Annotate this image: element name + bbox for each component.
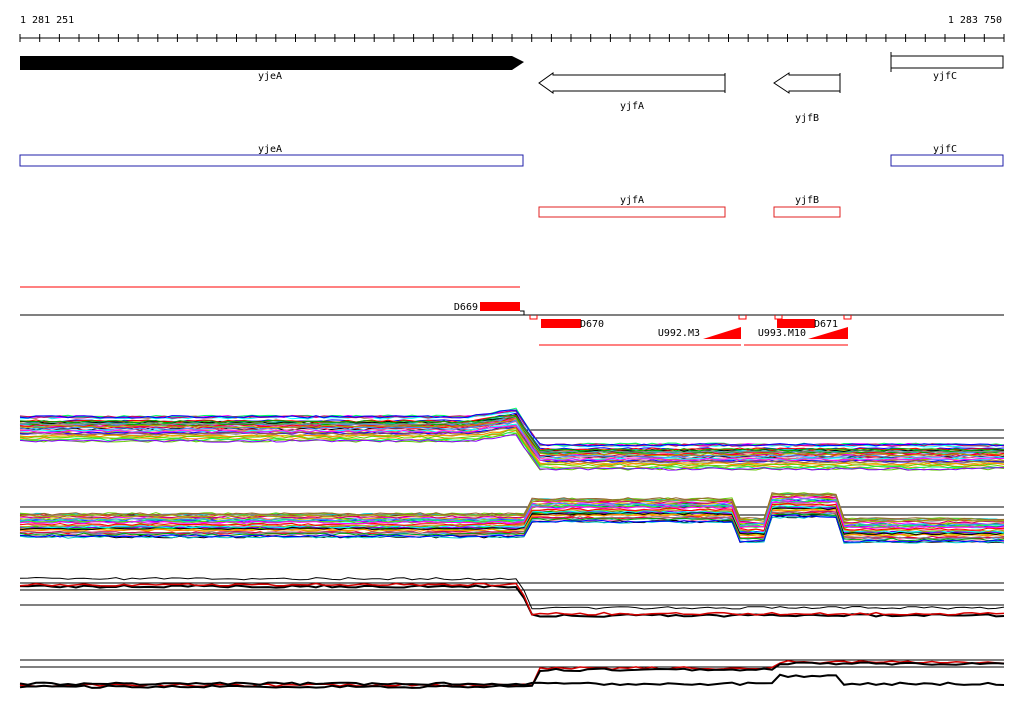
- ruler-start-label: 1 281 251: [20, 15, 74, 26]
- feature-d670[interactable]: [541, 319, 581, 328]
- feature-d671[interactable]: [777, 319, 815, 328]
- coordinate-ruler: 1 281 251 1 283 750: [19, 15, 1005, 42]
- expression-line: [19, 582, 1005, 616]
- feature-d670-bracket: [529, 315, 538, 320]
- feature-d669-tick: [520, 310, 525, 315]
- gene-track: yjeA yjfA yjfB yjfC: [20, 52, 1004, 124]
- transcript-track: yjeA yjfC yjfA yjfB: [19, 144, 1004, 218]
- expression-track-1[interactable]: [19, 407, 1005, 471]
- feature-d669[interactable]: [480, 302, 520, 311]
- expression-track-2[interactable]: [19, 492, 1005, 544]
- feature-u992[interactable]: [703, 327, 741, 339]
- expression-track-3[interactable]: [19, 576, 1005, 618]
- transcript-label-yjea: yjeA: [258, 144, 282, 155]
- gene-arrow-yjfc[interactable]: [890, 55, 1004, 69]
- feature-d671-bracket: [774, 315, 783, 320]
- feature-label-d671: D671: [814, 319, 838, 330]
- transcript-box-yjfb[interactable]: [773, 206, 841, 218]
- feature-u992-bracket: [738, 315, 747, 320]
- genome-browser-view: 1 281 251 1 283 750 yjeA yjfA yjfB yjfC …: [0, 0, 1024, 714]
- transcript-box-yjfc[interactable]: [890, 154, 1004, 167]
- transcript-label-yjfc: yjfC: [933, 144, 957, 155]
- expression-line: [19, 576, 1005, 610]
- gene-arrow-yjea[interactable]: [20, 56, 524, 70]
- gene-arrow-yjfa[interactable]: [538, 72, 726, 94]
- gene-label-yjfa: yjfA: [620, 101, 644, 112]
- expression-line: [19, 673, 1005, 687]
- feature-track: D669 D670 U992.M3 D671 U993.M10: [20, 286, 1004, 346]
- feature-label-d669: D669: [454, 302, 478, 313]
- feature-u993-bracket: [843, 315, 852, 320]
- transcript-box-yjfa[interactable]: [538, 206, 726, 218]
- transcript-box-yjea[interactable]: [19, 154, 524, 167]
- ruler-end-label: 1 283 750: [948, 15, 1002, 26]
- feature-label-u993: U993.M10: [758, 328, 806, 339]
- feature-label-d670: D670: [580, 319, 604, 330]
- gene-arrow-yjfb[interactable]: [773, 72, 841, 94]
- gene-label-yjea: yjeA: [258, 71, 282, 82]
- feature-label-u992: U992.M3: [658, 328, 700, 339]
- transcript-label-yjfa: yjfA: [620, 195, 644, 206]
- gene-label-yjfb: yjfB: [795, 113, 819, 124]
- expression-track-4[interactable]: [19, 659, 1005, 689]
- transcript-label-yjfb: yjfB: [795, 195, 819, 206]
- genome-canvas[interactable]: 1 281 251 1 283 750 yjeA yjfA yjfB yjfC …: [0, 0, 1024, 714]
- gene-label-yjfc: yjfC: [933, 71, 957, 82]
